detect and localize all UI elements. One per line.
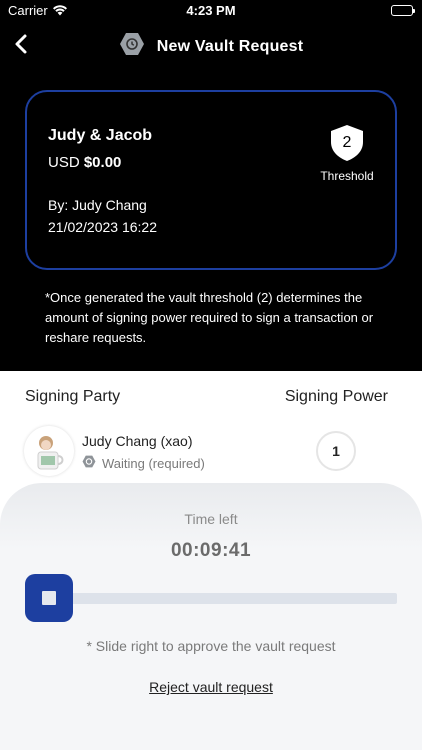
time-left-label: Time left (184, 511, 238, 527)
list-item: Judy Chang (xao) Waiting (required) 1 (0, 426, 422, 482)
currency-label: USD (48, 154, 80, 171)
countdown-timer: 00:09:41 (170, 540, 252, 561)
signer-status-text: Waiting (required) (102, 455, 205, 471)
vault-name: Judy & Jacob (48, 127, 153, 144)
signer-status: Waiting (required) (82, 455, 205, 471)
clock: 4:23 PM (186, 3, 236, 18)
signing-power-header: Signing Power (284, 388, 388, 405)
slide-hint: * Slide right to approve the vault reque… (86, 638, 336, 654)
page-title: New Vault Request (156, 37, 304, 55)
vault-balance: USD $0.00 (48, 154, 121, 171)
stop-square-icon (42, 591, 56, 605)
threshold-note: *Once generated the vault threshold (2) … (45, 290, 374, 345)
threshold-value: 2 (342, 134, 352, 151)
approve-slider-handle[interactable] (25, 574, 73, 622)
approve-slider-track[interactable] (25, 593, 397, 604)
signing-power-badge: 1 (316, 431, 356, 471)
vault-hexagon-icon (119, 32, 145, 61)
vault-summary-card: Judy & Jacob USD $0.00 By: Judy Chang 21… (25, 90, 397, 270)
created-date: 21/02/2023 16:22 (48, 219, 157, 235)
avatar (24, 426, 74, 476)
battery-icon (391, 5, 415, 16)
status-bar: Carrier 4:23 PM (0, 0, 422, 22)
balance-value: $0.00 (83, 154, 122, 171)
pending-icon (82, 455, 96, 471)
created-by: By: Judy Chang (48, 197, 147, 213)
navigation-bar: New Vault Request (0, 22, 422, 66)
signing-party-header: Signing Party (25, 388, 121, 405)
approval-sheet: Time left 00:09:41 * Slide right to appr… (0, 483, 422, 750)
signer-name: Judy Chang (xao) (82, 433, 193, 449)
threshold-label: Threshold (320, 169, 374, 183)
reject-vault-request-link[interactable]: Reject vault request (0, 679, 422, 695)
